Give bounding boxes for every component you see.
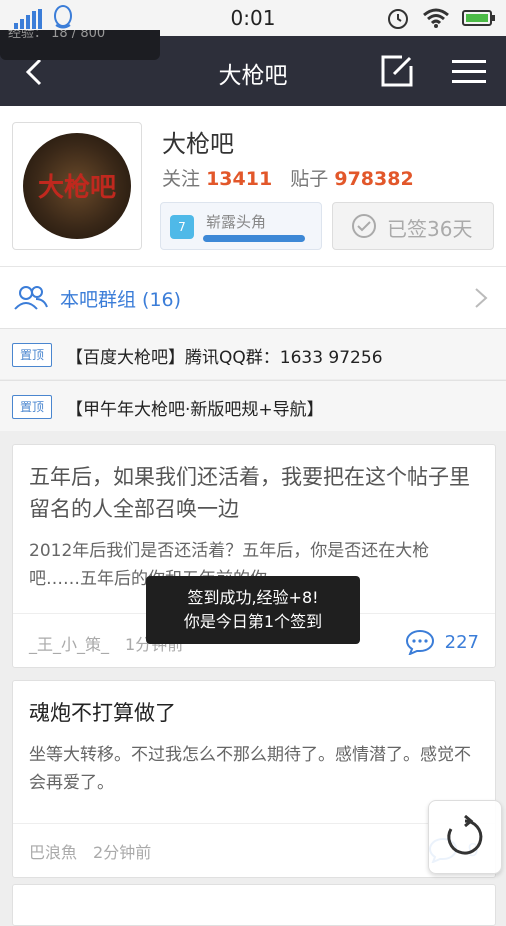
pinned-post[interactable]: 置顶 【甲午年大枪吧·新版吧规+导航】 [0, 380, 506, 431]
menu-icon[interactable] [452, 58, 486, 86]
post-time: 2分钟前 [93, 843, 152, 862]
follow-count: 13411 [206, 168, 273, 190]
alarm-icon [388, 9, 408, 29]
forum-group-label: 本吧群组 (16) [60, 289, 182, 311]
post-excerpt: 坐等大转移。不过我怎么不那么期待了。感情潜了。感觉不会再爱了。 [29, 745, 471, 793]
pinned-post-title: 【百度大枪吧】腾讯QQ群：1633 97256 [66, 348, 383, 368]
reply-count-value: 227 [444, 631, 479, 653]
battery-icon [462, 10, 495, 26]
post-meta: 巴浪魚 2分钟前 [29, 839, 151, 863]
signed-in-label: 已签36天 [387, 217, 473, 241]
pinned-badge: 置顶 [12, 343, 52, 367]
refresh-button[interactable] [428, 800, 502, 874]
follow-label: 关注 [162, 168, 201, 190]
reply-count[interactable]: 227 [405, 629, 479, 655]
level-name: 崭露头角 [206, 213, 267, 231]
post-card[interactable] [12, 884, 496, 926]
post-card[interactable]: 魂炮不打算做了 坐等大转移。不过我怎么不那么期待了。感情潜了。感觉不会再爱了。 … [12, 680, 496, 878]
check-circle-icon [352, 214, 376, 238]
pinned-post[interactable]: 置顶 【百度大枪吧】腾讯QQ群：1633 97256 [0, 328, 506, 379]
sign-in-toast: 签到成功,经验+8! 你是今日第1个签到 [146, 576, 360, 644]
forum-name: 大枪吧 [162, 130, 234, 158]
forum-group-row[interactable]: 本吧群组 (16) [0, 266, 506, 329]
posts-label: 贴子 [290, 168, 329, 190]
level-button[interactable]: 7 崭露头角 [160, 202, 322, 250]
post-author[interactable]: 巴浪魚 [29, 843, 77, 862]
forum-stats: 关注 13411 贴子 978382 [162, 164, 414, 191]
nav-title: 大枪吧 [218, 63, 288, 89]
chevron-right-icon [475, 288, 488, 308]
exp-tooltip: 经验： 18 / 800 [0, 30, 160, 60]
pinned-badge: 置顶 [12, 395, 52, 419]
forum-logo[interactable]: 大枪吧 [12, 122, 142, 250]
wifi-icon [423, 8, 449, 28]
post-author[interactable]: _王_小_策_ [29, 635, 109, 654]
post-title: 五年后，如果我们还活着，我要把在这个帖子里留名的人全部召唤一边 [29, 465, 470, 521]
group-icon [14, 286, 48, 310]
post-divider [13, 823, 495, 824]
forum-header: 大枪吧 大枪吧 关注 13411 贴子 978382 7 崭露头角 已签36天 … [0, 106, 506, 328]
edit-post-icon[interactable] [380, 54, 414, 88]
level-badge: 7 [170, 215, 194, 239]
toast-line-1: 签到成功,经验+8! [187, 588, 319, 607]
forum-logo-text: 大枪吧 [37, 173, 116, 203]
level-progress-bar [203, 235, 305, 242]
pinned-post-title: 【甲午年大枪吧·新版吧规+导航】 [66, 400, 324, 420]
comment-bubble-icon [405, 629, 434, 655]
post-title: 魂炮不打算做了 [29, 701, 176, 725]
toast-line-2: 你是今日第1个签到 [183, 612, 323, 631]
signed-in-button[interactable]: 已签36天 [332, 202, 494, 250]
posts-count: 978382 [334, 168, 414, 190]
refresh-icon [447, 815, 483, 855]
